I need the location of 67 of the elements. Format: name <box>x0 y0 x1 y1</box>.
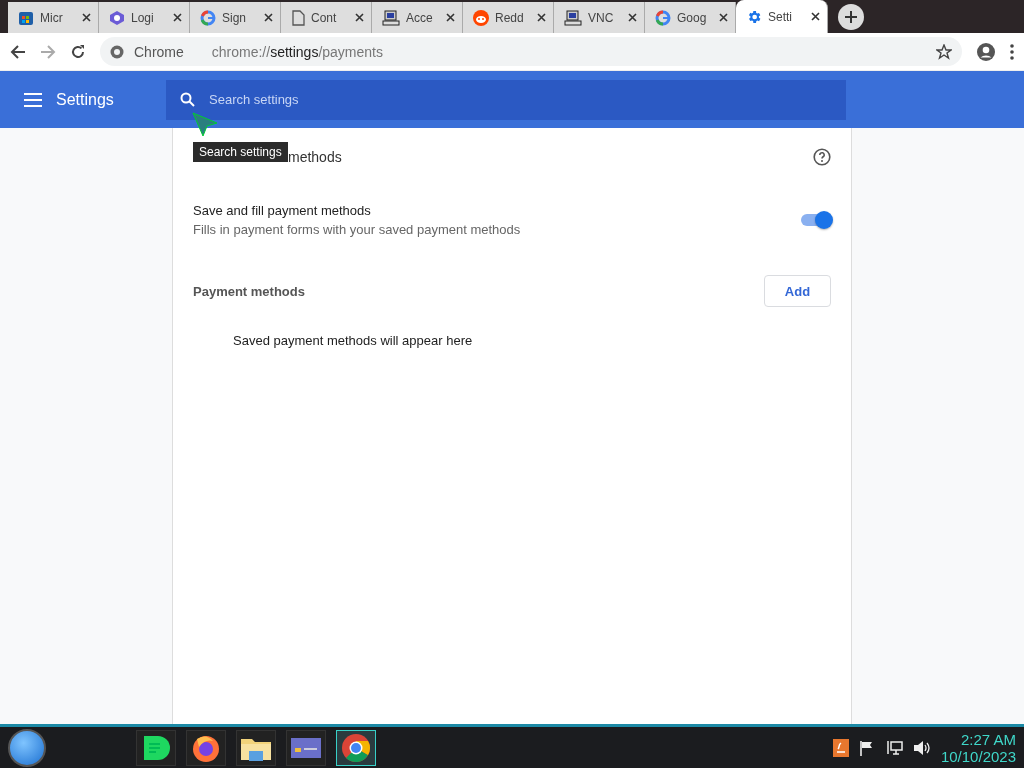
browser-tab[interactable]: VNC <box>554 2 645 33</box>
browser-tab[interactable]: Acce <box>372 2 463 33</box>
close-icon[interactable] <box>82 13 91 22</box>
browser-tab[interactable]: Sign <box>190 2 281 33</box>
back-arrow-icon[interactable] <box>10 43 26 60</box>
list-label: Payment methods <box>193 283 305 299</box>
taskbar-app[interactable] <box>136 729 176 766</box>
close-icon[interactable] <box>537 13 546 22</box>
taskbar-app[interactable] <box>236 729 276 766</box>
plus-icon <box>845 11 857 23</box>
speaker-icon[interactable] <box>912 739 931 756</box>
browser-tab[interactable]: Redd <box>463 2 554 33</box>
computer-icon <box>382 9 400 26</box>
chrome-logo-icon <box>110 44 124 59</box>
clock-time: 2:27 AM <box>960 730 1016 748</box>
browser-tab[interactable]: Micr <box>8 2 99 33</box>
computer-icon <box>564 9 582 26</box>
address-bar[interactable]: Chrome chrome://settings/payments <box>100 37 962 66</box>
search-icon <box>180 92 195 107</box>
section-heading: methods <box>288 149 342 165</box>
close-icon[interactable] <box>173 13 182 22</box>
settings-title: Settings <box>56 90 115 109</box>
java-icon[interactable] <box>832 738 849 757</box>
settings-icon <box>746 8 762 25</box>
store-icon <box>18 9 34 26</box>
taskbar-app[interactable] <box>186 729 226 766</box>
empty-message: Saved payment methods will appear here <box>233 333 474 348</box>
setting-label: Save and fill payment methods <box>193 203 372 218</box>
browser-tab[interactable]: Goog <box>645 2 736 33</box>
browser-tab[interactable]: Setti <box>736 0 828 33</box>
reload-icon[interactable] <box>70 43 86 60</box>
search-field[interactable]: Search settings <box>166 79 846 120</box>
help-icon[interactable] <box>813 148 831 166</box>
tooltip: Search settings <box>193 142 288 162</box>
taskbar-app[interactable] <box>286 729 326 766</box>
network-icon[interactable] <box>884 739 903 756</box>
menu-icon[interactable] <box>24 92 42 107</box>
close-icon[interactable] <box>719 13 728 22</box>
hexagon-icon <box>109 9 125 26</box>
close-icon[interactable] <box>628 13 637 22</box>
browser-tab[interactable]: Cont <box>281 2 372 33</box>
profile-icon[interactable] <box>976 41 996 62</box>
document-icon <box>291 9 305 26</box>
setting-description: Fills in payment forms with your saved payment methods <box>193 222 521 237</box>
cursor-icon <box>192 112 218 138</box>
browser-tab[interactable]: Logi <box>99 2 190 33</box>
reddit-icon <box>473 9 489 26</box>
clock-date: 10/10/2023 <box>940 747 1016 765</box>
toggle-switch[interactable] <box>801 214 831 226</box>
site-label: Chrome <box>134 43 184 60</box>
google-icon <box>655 9 671 26</box>
start-button[interactable] <box>8 728 46 767</box>
add-button[interactable]: Add <box>764 275 831 307</box>
chrome-icon <box>341 732 371 763</box>
close-icon[interactable] <box>355 13 364 22</box>
notes-icon <box>142 733 170 762</box>
google-icon <box>200 9 216 26</box>
taskbar-app[interactable] <box>336 729 376 766</box>
menu-dots-icon[interactable] <box>1010 43 1014 60</box>
flag-icon[interactable] <box>858 739 875 756</box>
star-icon[interactable] <box>936 43 952 60</box>
close-icon[interactable] <box>446 13 455 22</box>
close-icon[interactable] <box>264 13 273 22</box>
url-text: chrome://settings/payments <box>211 43 383 60</box>
new-tab-button[interactable] <box>838 4 864 30</box>
card-icon <box>290 735 322 760</box>
close-icon[interactable] <box>811 12 820 21</box>
